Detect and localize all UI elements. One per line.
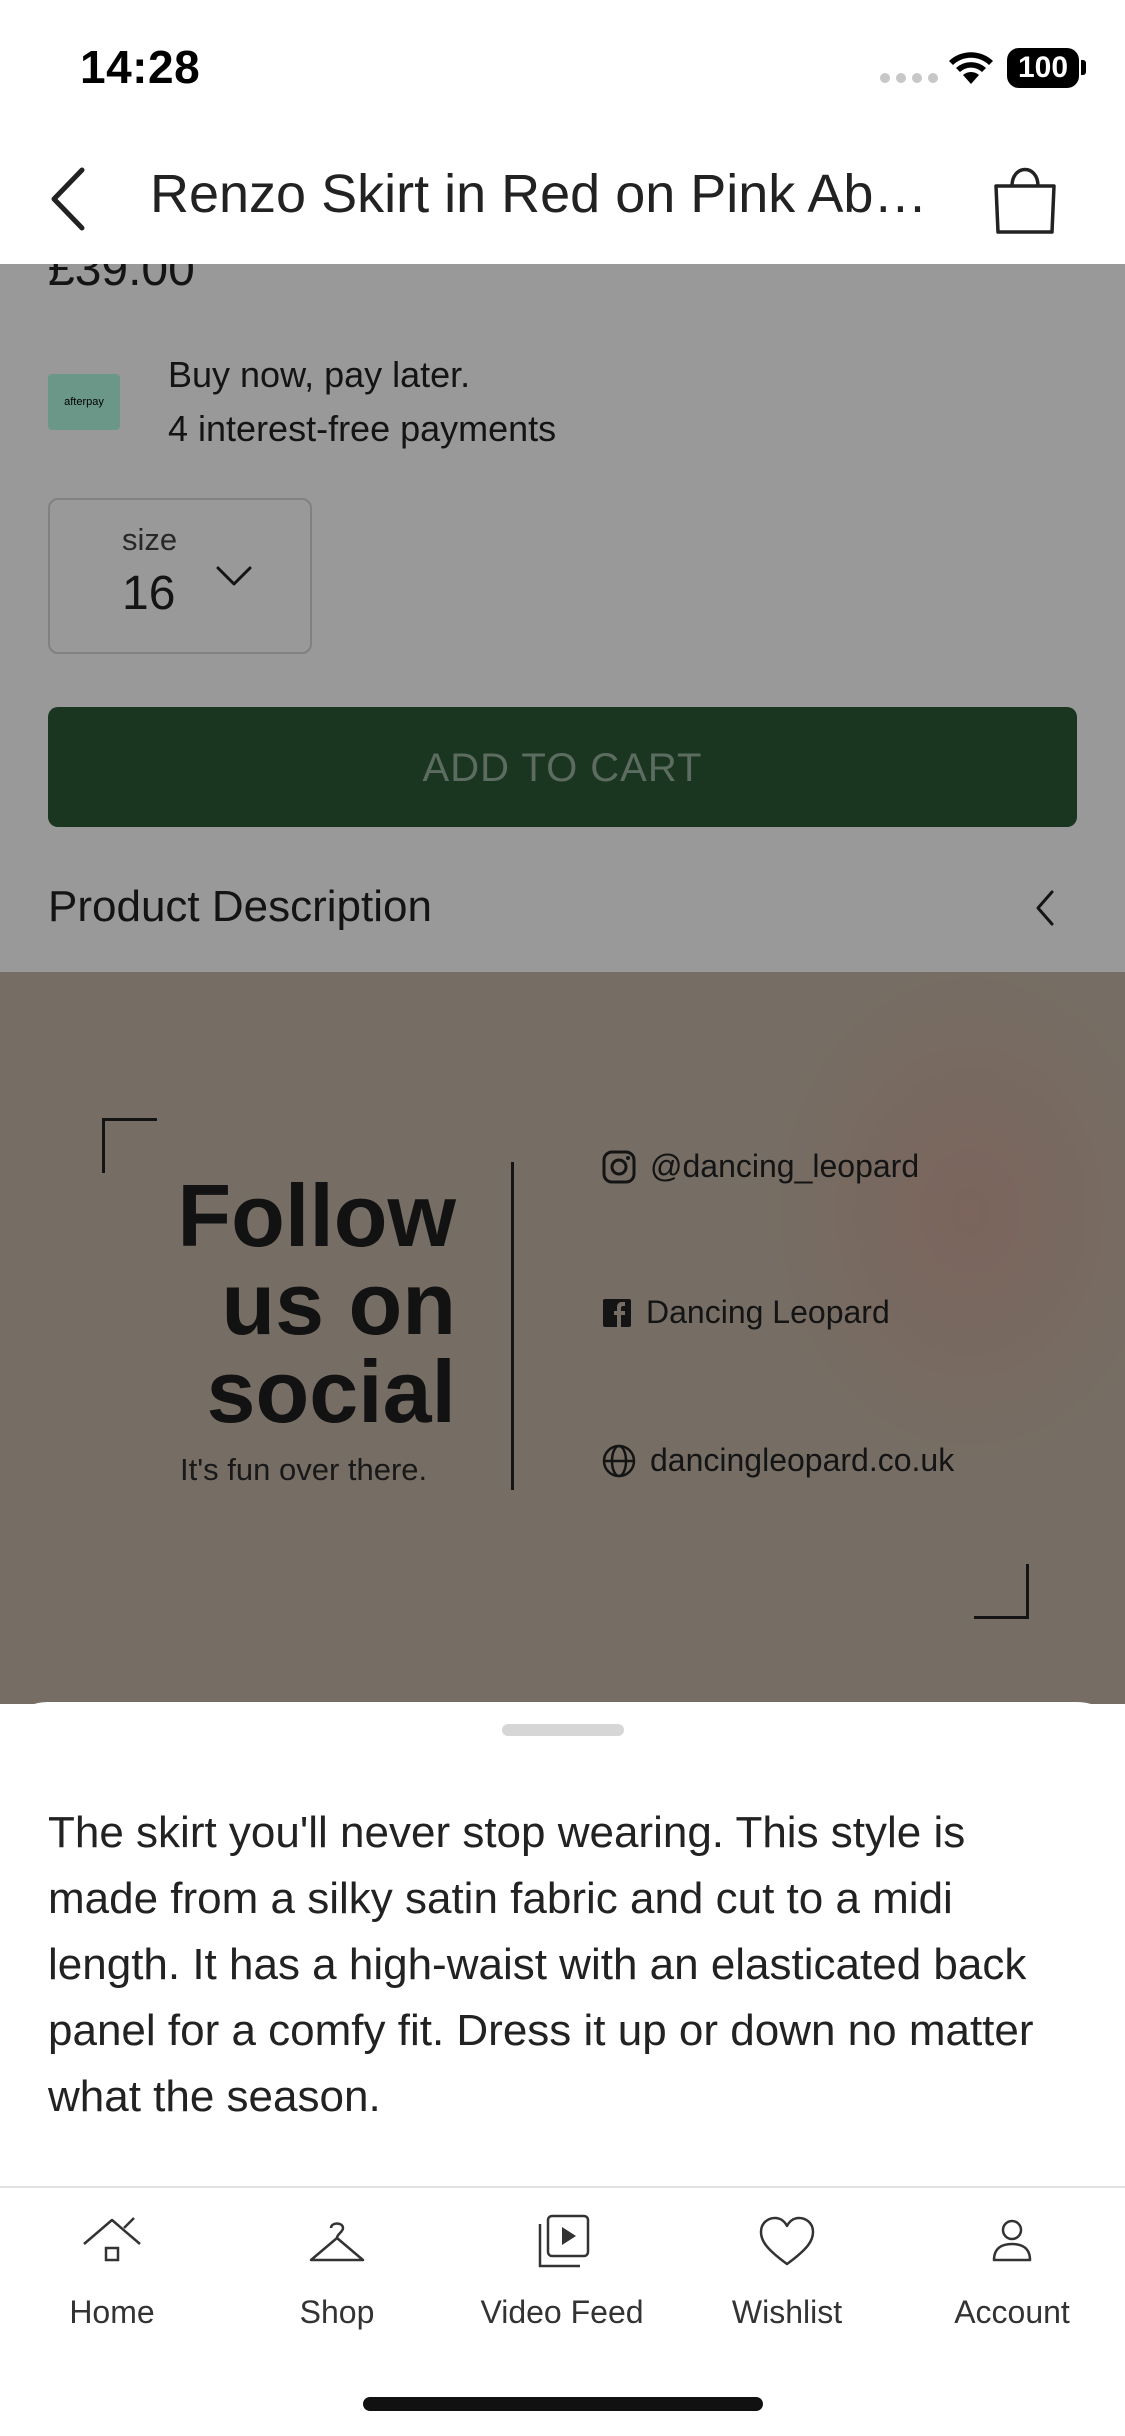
tab-video-feed-label: Video Feed [480, 2294, 644, 2330]
product-description-text: The skirt you'll never stop wearing. Thi… [48, 1808, 1034, 2121]
sheet-drag-handle[interactable] [502, 1724, 624, 1736]
video-feed-icon [538, 2214, 590, 2268]
tab-wishlist[interactable]: Wishlist [687, 2210, 887, 2331]
person-icon [992, 2219, 1032, 2262]
tab-shop-label: Shop [299, 2294, 375, 2330]
battery-cap [1081, 60, 1086, 75]
status-time: 14:28 [80, 41, 201, 93]
battery-icon: 100 [1007, 48, 1079, 88]
tab-video-feed[interactable]: Video Feed [462, 2210, 662, 2331]
tab-wishlist-label: Wishlist [731, 2294, 843, 2330]
home-icon [83, 2217, 141, 2262]
heart-icon [759, 2216, 815, 2266]
back-arrow-icon[interactable] [44, 164, 94, 234]
tab-account-label: Account [954, 2294, 1070, 2330]
modal-overlay[interactable] [0, 264, 1125, 1704]
hanger-icon [309, 2222, 365, 2262]
tab-home-label: Home [69, 2294, 155, 2330]
page-title: Renzo Skirt in Red on Pink Abst... [150, 164, 950, 224]
tab-account[interactable]: Account [912, 2210, 1112, 2331]
signal-icon [880, 73, 938, 83]
wifi-icon [949, 52, 993, 84]
home-indicator[interactable] [363, 2397, 763, 2411]
tab-shop[interactable]: Shop [237, 2210, 437, 2331]
shopping-bag-icon[interactable] [990, 160, 1060, 236]
tab-home[interactable]: Home [12, 2210, 212, 2331]
